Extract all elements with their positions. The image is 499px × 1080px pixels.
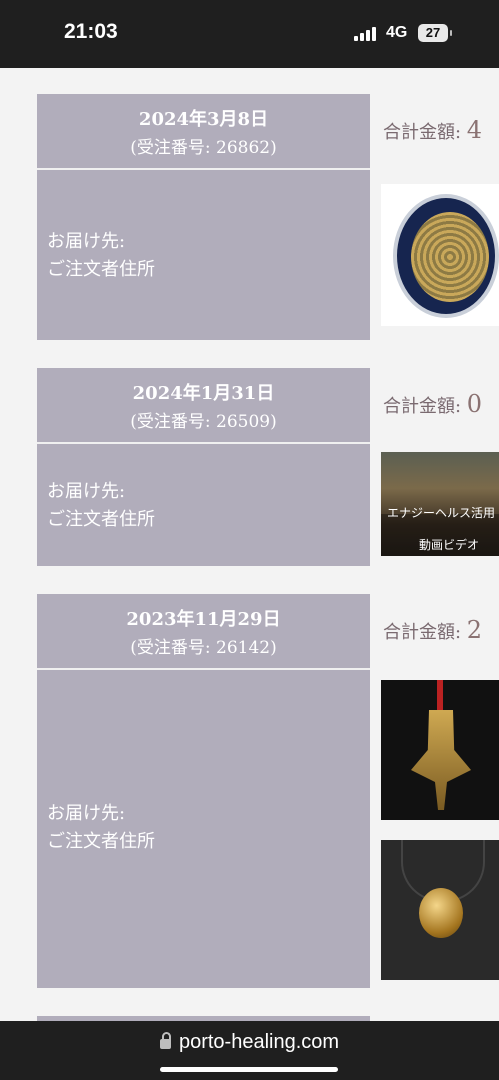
order-item[interactable]: 2023年11月29日 (受注番号: 26142) お届け先: ご注文者住所 合…: [37, 594, 499, 988]
total-value: 2: [466, 616, 483, 644]
delivery-address: お届け先: ご注文者住所: [47, 800, 155, 856]
delivery-label: お届け先:: [47, 231, 126, 252]
url-text: porto-healing.com: [178, 1031, 340, 1053]
order-total: 合計金額: 2: [383, 616, 482, 644]
address-bar[interactable]: porto-healing.com: [0, 1031, 499, 1054]
order-total: 合計金額: 4: [383, 116, 482, 144]
product-thumbnail[interactable]: [381, 680, 499, 820]
order-card: 2024年1月31日 (受注番号: 26509) お届け先: ご注文者住所: [37, 368, 370, 566]
order-header: 2024年3月8日 (受注番号: 26862): [37, 94, 370, 170]
delivery-label: お届け先:: [47, 481, 126, 502]
status-bar: 21:03 4G 27: [0, 0, 499, 68]
lock-icon: [159, 1032, 171, 1049]
delivery-address: お届け先: ご注文者住所: [47, 478, 155, 534]
order-number: (受注番号: 26142): [130, 638, 277, 658]
order-total: 合計金額: 0: [383, 390, 482, 418]
total-value: 0: [466, 390, 483, 418]
delivery-value: ご注文者住所: [47, 831, 155, 852]
status-time: 21:03: [64, 20, 118, 43]
order-header: 2024年1月31日 (受注番号: 26509): [37, 368, 370, 444]
delivery-address: お届け先: ご注文者住所: [47, 228, 155, 284]
pendant-image: [419, 888, 463, 938]
delivery-value: ご注文者住所: [47, 509, 155, 530]
order-item[interactable]: 2024年3月8日 (受注番号: 26862) お届け先: ご注文者住所 合計金…: [37, 94, 499, 340]
order-item[interactable]: 2024年1月31日 (受注番号: 26509) お届け先: ご注文者住所 合計…: [37, 368, 499, 566]
battery-level: 27: [425, 25, 441, 40]
coin-image: [393, 194, 499, 318]
order-card: 2024年3月8日 (受注番号: 26862) お届け先: ご注文者住所: [37, 94, 370, 340]
delivery-label: お届け先:: [47, 803, 126, 824]
thumbnail-caption: 動画ビデオ: [419, 538, 480, 552]
total-label: 合計金額:: [383, 396, 467, 417]
order-card: 2023年11月29日 (受注番号: 26142) お届け先: ご注文者住所: [37, 594, 370, 988]
browser-bar: porto-healing.com: [0, 1021, 499, 1080]
product-thumbnail[interactable]: [381, 840, 499, 980]
total-label: 合計金額:: [383, 622, 467, 643]
order-number: (受注番号: 26509): [130, 412, 277, 432]
network-type: 4G: [386, 24, 408, 41]
product-thumbnail[interactable]: [381, 184, 499, 326]
signal-icon: [354, 27, 380, 41]
product-thumbnail[interactable]: エナジーヘルス活用 動画ビデオ: [381, 452, 499, 556]
order-number: (受注番号: 26862): [130, 138, 277, 158]
order-header: 2023年11月29日 (受注番号: 26142): [37, 594, 370, 670]
total-value: 4: [466, 116, 483, 144]
order-date: 2023年11月29日: [126, 609, 281, 630]
order-date: 2024年1月31日: [132, 383, 275, 404]
order-date: 2024年3月8日: [138, 109, 269, 130]
battery-icon: 27: [418, 24, 452, 42]
home-indicator[interactable]: [160, 1067, 338, 1072]
thumbnail-caption: エナジーヘルス活用: [387, 506, 496, 520]
delivery-value: ご注文者住所: [47, 259, 155, 280]
pendulum-image: [411, 710, 471, 810]
total-label: 合計金額:: [383, 122, 467, 143]
